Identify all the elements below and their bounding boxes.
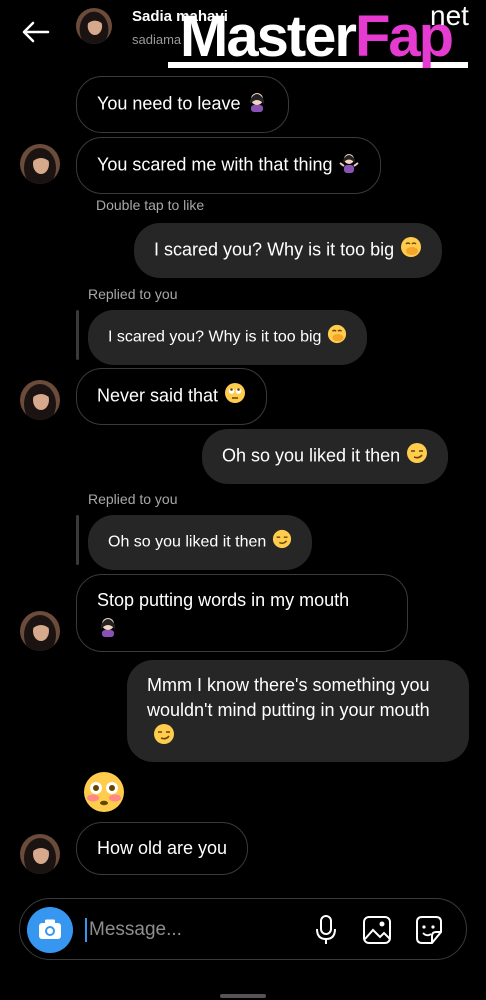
eye-roll-emoji-icon [224, 382, 246, 411]
outgoing-message[interactable]: Mmm I know there's something you wouldn'… [127, 660, 469, 762]
incoming-message[interactable]: You scared me with that thing [76, 137, 382, 194]
incoming-message[interactable]: You need to leave [76, 76, 290, 133]
incoming-message[interactable]: Never said that [76, 368, 268, 425]
reply-quote[interactable]: Oh so you liked it then [88, 515, 313, 570]
image-icon[interactable] [362, 913, 392, 947]
message-text: I scared you? Why is it too big [154, 239, 395, 260]
reply-quote[interactable]: I scared you? Why is it too big [88, 310, 368, 365]
avatar[interactable] [20, 611, 60, 651]
message-text: Mmm I know there's something you wouldn'… [147, 675, 430, 720]
replied-label: Replied to you [88, 286, 178, 302]
flushed-face-emoji-icon[interactable] [82, 770, 126, 814]
camera-button[interactable] [27, 907, 73, 953]
microphone-icon[interactable] [311, 913, 341, 947]
message-text: How old are you [97, 838, 228, 858]
woman-emoji-icon [246, 90, 268, 119]
incoming-message[interactable]: How old are you [76, 822, 249, 875]
back-arrow-icon[interactable] [18, 14, 54, 50]
contact-avatar[interactable] [76, 8, 112, 44]
message-text: You scared me with that thing [97, 154, 333, 175]
incoming-message[interactable]: Stop putting words in my mouth [76, 574, 408, 652]
quote-text: Oh so you liked it then [108, 533, 267, 551]
watermark-logo: MasterFap net [180, 0, 469, 69]
message-text: You need to leave [97, 93, 241, 114]
home-indicator [220, 994, 266, 998]
quote-text: I scared you? Why is it too big [108, 328, 322, 346]
double-tap-hint: Double tap to like [96, 197, 205, 213]
reply-indicator [76, 310, 79, 360]
avatar[interactable] [20, 144, 60, 184]
avatar[interactable] [20, 380, 60, 420]
replied-label: Replied to you [88, 491, 178, 507]
outgoing-message[interactable]: Oh so you liked it then [202, 429, 449, 484]
woman-emoji-icon [97, 615, 387, 644]
smirk-emoji-icon [272, 529, 292, 556]
avatar[interactable] [20, 834, 60, 874]
message-text: Stop putting words in my mouth [97, 590, 350, 610]
smirk-emoji-icon [153, 723, 175, 752]
contact-handle: sadiama [132, 32, 182, 47]
message-input[interactable] [89, 912, 289, 948]
smirk-emoji-icon [406, 442, 428, 471]
message-text: Oh so you liked it then [222, 445, 401, 466]
camera-icon [39, 919, 61, 939]
text-cursor [85, 918, 87, 942]
reply-indicator [76, 515, 79, 565]
shrug-emoji-icon [338, 151, 360, 180]
message-text: Never said that [97, 385, 219, 406]
hand-over-mouth-emoji-icon [400, 236, 422, 265]
sticker-icon[interactable] [414, 913, 444, 947]
hand-over-mouth-emoji-icon [327, 324, 347, 351]
outgoing-message[interactable]: I scared you? Why is it too big [134, 223, 443, 278]
